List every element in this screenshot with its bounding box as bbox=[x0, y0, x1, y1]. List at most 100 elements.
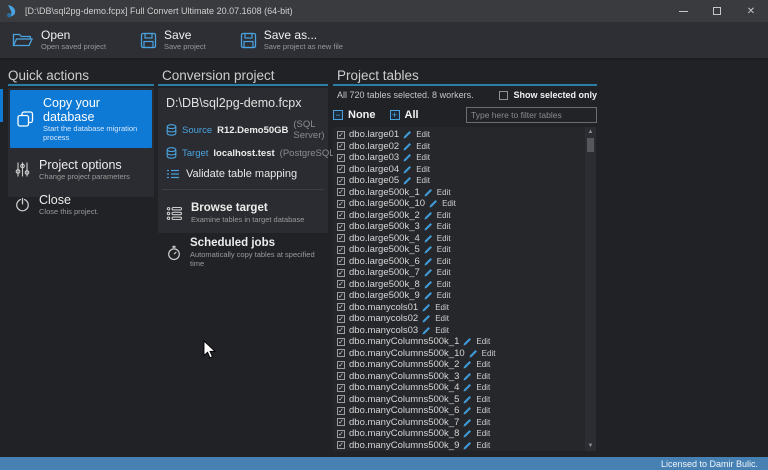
table-checkbox[interactable]: ✓ bbox=[337, 246, 345, 254]
scroll-up-icon[interactable]: ▲ bbox=[585, 127, 596, 137]
table-checkbox[interactable]: ✓ bbox=[337, 154, 345, 162]
table-row[interactable]: ✓ dbo.large500k_1 Edit bbox=[337, 187, 585, 199]
table-edit-link[interactable]: Edit bbox=[437, 257, 451, 266]
show-selected-only-toggle[interactable]: Show selected only bbox=[499, 90, 597, 100]
save-button[interactable]: Save Save project bbox=[136, 26, 210, 54]
table-checkbox[interactable]: ✓ bbox=[337, 211, 345, 219]
table-row[interactable]: ✓ dbo.manyColumns500k_3 Edit bbox=[337, 371, 585, 383]
maximize-button[interactable] bbox=[700, 0, 734, 22]
table-row[interactable]: ✓ dbo.large500k_3 Edit bbox=[337, 221, 585, 233]
table-edit-link[interactable]: Edit bbox=[476, 418, 490, 427]
table-row[interactable]: ✓ dbo.large500k_7 Edit bbox=[337, 267, 585, 279]
table-checkbox[interactable]: ✓ bbox=[337, 395, 345, 403]
table-row[interactable]: ✓ dbo.manycols01 Edit bbox=[337, 302, 585, 314]
table-edit-link[interactable]: Edit bbox=[416, 165, 430, 174]
table-edit-link[interactable]: Edit bbox=[476, 429, 490, 438]
table-row[interactable]: ✓ dbo.manycols02 Edit bbox=[337, 313, 585, 325]
table-checkbox[interactable]: ✓ bbox=[337, 349, 345, 357]
table-checkbox[interactable]: ✓ bbox=[337, 326, 345, 334]
table-row[interactable]: ✓ dbo.large03 Edit bbox=[337, 152, 585, 164]
table-edit-link[interactable]: Edit bbox=[437, 280, 451, 289]
table-edit-link[interactable]: Edit bbox=[476, 337, 490, 346]
table-row[interactable]: ✓ dbo.manyColumns500k_10 Edit bbox=[337, 348, 585, 360]
table-edit-link[interactable]: Edit bbox=[476, 406, 490, 415]
table-row[interactable]: ✓ dbo.manyColumns500k_9 Edit bbox=[337, 440, 585, 452]
open-button[interactable]: Open Open saved project bbox=[8, 26, 110, 54]
table-edit-link[interactable]: Edit bbox=[416, 176, 430, 185]
table-checkbox[interactable]: ✓ bbox=[337, 234, 345, 242]
table-checkbox[interactable]: ✓ bbox=[337, 269, 345, 277]
tables-list[interactable]: ✓ dbo.large01 Edit ✓ dbo.large02 Edit ✓ … bbox=[333, 127, 585, 451]
table-row[interactable]: ✓ dbo.large01 Edit bbox=[337, 129, 585, 141]
table-row[interactable]: ✓ dbo.large500k_8 Edit bbox=[337, 279, 585, 291]
table-checkbox[interactable]: ✓ bbox=[337, 338, 345, 346]
table-row[interactable]: ✓ dbo.manyColumns500k_4 Edit bbox=[337, 382, 585, 394]
table-row[interactable]: ✓ dbo.manycols03 Edit bbox=[337, 325, 585, 337]
table-row[interactable]: ✓ dbo.large500k_4 Edit bbox=[337, 233, 585, 245]
table-checkbox[interactable]: ✓ bbox=[337, 131, 345, 139]
table-row[interactable]: ✓ dbo.manyColumns500k_2 Edit bbox=[337, 359, 585, 371]
table-edit-link[interactable]: Edit bbox=[435, 314, 449, 323]
target-row[interactable]: Target localhost.test (PostgreSQL) bbox=[158, 144, 328, 162]
table-edit-link[interactable]: Edit bbox=[476, 441, 490, 450]
table-edit-link[interactable]: Edit bbox=[437, 234, 451, 243]
table-row[interactable]: ✓ dbo.large500k_5 Edit bbox=[337, 244, 585, 256]
table-checkbox[interactable]: ✓ bbox=[337, 280, 345, 288]
filter-tables-input[interactable] bbox=[466, 107, 597, 123]
table-checkbox[interactable]: ✓ bbox=[337, 257, 345, 265]
table-edit-link[interactable]: Edit bbox=[482, 349, 496, 358]
table-checkbox[interactable]: ✓ bbox=[337, 430, 345, 438]
table-edit-link[interactable]: Edit bbox=[435, 303, 449, 312]
table-edit-link[interactable]: Edit bbox=[437, 245, 451, 254]
close-project-button[interactable]: Close Close this project. bbox=[8, 187, 154, 222]
select-none-button[interactable]: − None bbox=[333, 109, 376, 121]
table-checkbox[interactable]: ✓ bbox=[337, 292, 345, 300]
table-edit-link[interactable]: Edit bbox=[476, 395, 490, 404]
table-edit-link[interactable]: Edit bbox=[437, 291, 451, 300]
show-selected-checkbox[interactable] bbox=[499, 91, 508, 100]
browse-target-button[interactable]: Browse target Examine tables in target d… bbox=[158, 196, 328, 231]
table-checkbox[interactable]: ✓ bbox=[337, 361, 345, 369]
table-checkbox[interactable]: ✓ bbox=[337, 142, 345, 150]
scrollbar-thumb[interactable] bbox=[587, 138, 594, 152]
table-checkbox[interactable]: ✓ bbox=[337, 441, 345, 449]
table-checkbox[interactable]: ✓ bbox=[337, 165, 345, 173]
table-edit-link[interactable]: Edit bbox=[476, 360, 490, 369]
table-row[interactable]: ✓ dbo.large05 Edit bbox=[337, 175, 585, 187]
table-edit-link[interactable]: Edit bbox=[476, 372, 490, 381]
table-checkbox[interactable]: ✓ bbox=[337, 418, 345, 426]
validate-table-mapping-button[interactable]: Validate table mapping bbox=[158, 162, 328, 187]
scheduled-jobs-button[interactable]: Scheduled jobs Automatically copy tables… bbox=[158, 231, 328, 275]
save-as-button[interactable]: Save as... Save project as new file bbox=[236, 26, 347, 54]
table-checkbox[interactable]: ✓ bbox=[337, 384, 345, 392]
table-edit-link[interactable]: Edit bbox=[416, 153, 430, 162]
source-row[interactable]: Source R12.Demo50GB (SQL Server) bbox=[158, 116, 328, 144]
table-row[interactable]: ✓ dbo.manyColumns500k_6 Edit bbox=[337, 405, 585, 417]
table-row[interactable]: ✓ dbo.manyColumns500k_7 Edit bbox=[337, 417, 585, 429]
table-edit-link[interactable]: Edit bbox=[476, 383, 490, 392]
table-edit-link[interactable]: Edit bbox=[416, 142, 430, 151]
table-row[interactable]: ✓ dbo.manyColumns500k_8 Edit bbox=[337, 428, 585, 440]
table-checkbox[interactable]: ✓ bbox=[337, 407, 345, 415]
table-edit-link[interactable]: Edit bbox=[442, 199, 456, 208]
table-row[interactable]: ✓ dbo.manyColumns500k_5 Edit bbox=[337, 394, 585, 406]
table-row[interactable]: ✓ dbo.large500k_9 Edit bbox=[337, 290, 585, 302]
close-button[interactable]: ✕ bbox=[734, 0, 768, 22]
copy-your-database-button[interactable]: Copy your database Start the database mi… bbox=[10, 90, 152, 148]
table-checkbox[interactable]: ✓ bbox=[337, 188, 345, 196]
table-edit-link[interactable]: Edit bbox=[437, 268, 451, 277]
table-edit-link[interactable]: Edit bbox=[437, 188, 451, 197]
table-edit-link[interactable]: Edit bbox=[435, 326, 449, 335]
table-checkbox[interactable]: ✓ bbox=[337, 177, 345, 185]
table-row[interactable]: ✓ dbo.large04 Edit bbox=[337, 164, 585, 176]
table-row[interactable]: ✓ dbo.large500k_2 Edit bbox=[337, 210, 585, 222]
table-edit-link[interactable]: Edit bbox=[416, 130, 430, 139]
tables-scrollbar[interactable]: ▲ ▼ bbox=[585, 127, 596, 451]
table-checkbox[interactable]: ✓ bbox=[337, 223, 345, 231]
project-options-button[interactable]: Project options Change project parameter… bbox=[8, 152, 154, 187]
table-edit-link[interactable]: Edit bbox=[437, 211, 451, 220]
table-row[interactable]: ✓ dbo.large500k_6 Edit bbox=[337, 256, 585, 268]
table-row[interactable]: ✓ dbo.large02 Edit bbox=[337, 141, 585, 153]
table-checkbox[interactable]: ✓ bbox=[337, 372, 345, 380]
select-all-button[interactable]: + All bbox=[390, 109, 419, 121]
